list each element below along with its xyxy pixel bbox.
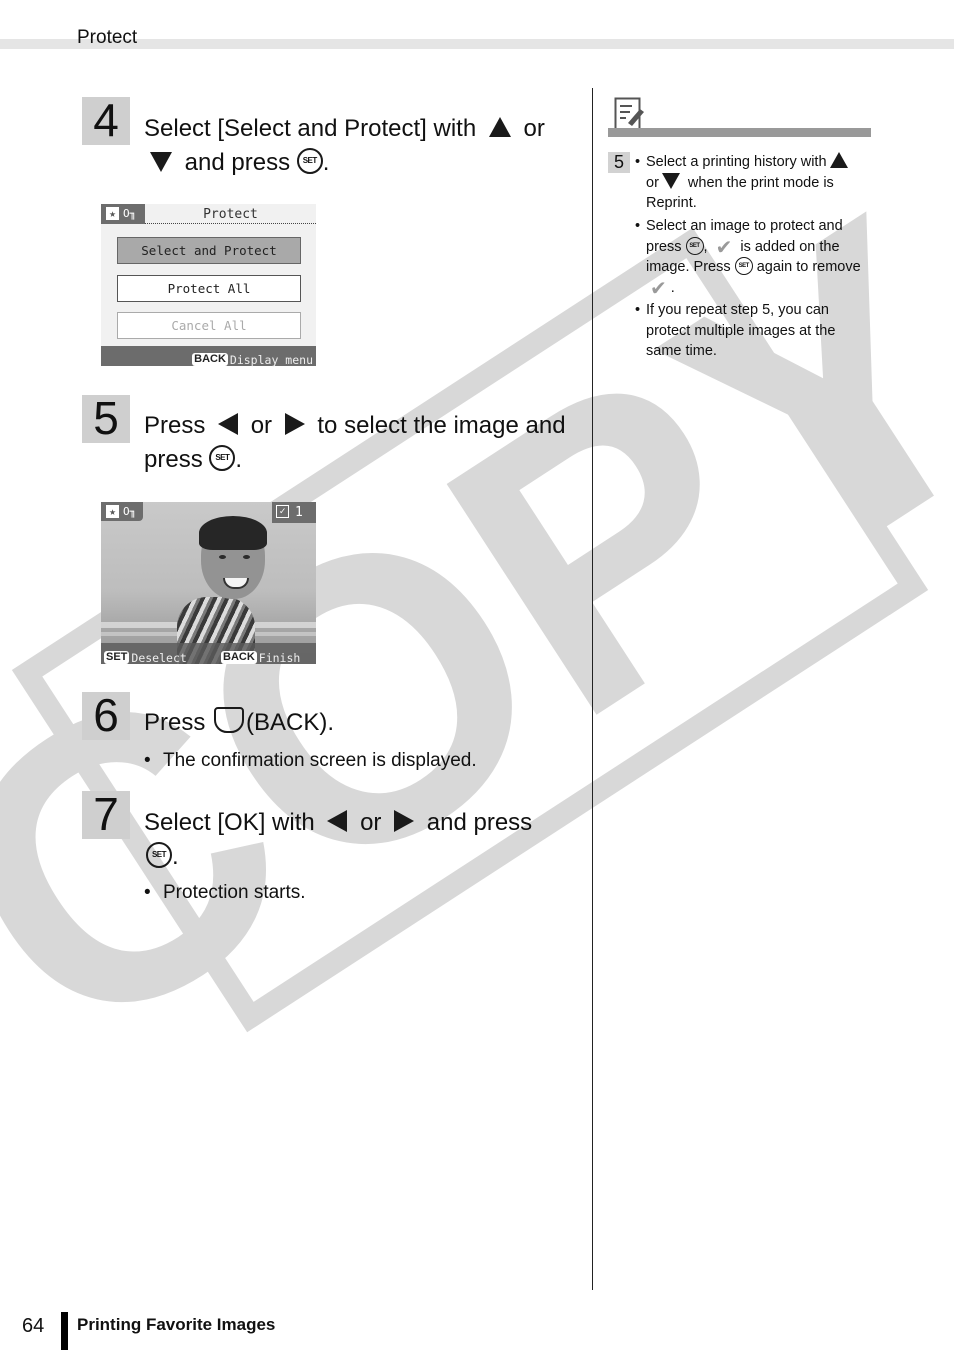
star-icon: ★ bbox=[106, 505, 119, 518]
checkmark-icon: ✔ bbox=[715, 234, 733, 259]
protected-count-badge: ✓ 1 bbox=[272, 502, 316, 523]
right-arrow-icon bbox=[284, 412, 305, 435]
set-button-icon: SET bbox=[734, 257, 753, 276]
set-button-icon: SET bbox=[146, 841, 172, 868]
step-number-5: 5 bbox=[82, 394, 130, 443]
set-button-icon: SET bbox=[685, 236, 704, 255]
note-header-bar bbox=[608, 128, 871, 137]
back-key-tag: BACK bbox=[192, 353, 228, 366]
down-arrow-icon bbox=[661, 172, 680, 189]
menu-option-select-and-protect[interactable]: Select and Protect bbox=[117, 237, 301, 264]
step-6-bullet: • The confirmation screen is displayed. bbox=[144, 750, 477, 771]
step-7-text: Select [OK] with or and press SET. bbox=[144, 809, 533, 870]
note-item-1: • Select a printing history with or when … bbox=[635, 152, 871, 214]
page-number: 64 bbox=[22, 1315, 45, 1337]
mode-tab: ★ O╖ bbox=[101, 204, 145, 224]
footer-label: Display menu bbox=[229, 352, 313, 367]
section-title: Protect bbox=[77, 27, 138, 48]
protect-menu-screen: ★ O╖ Protect Select and Protect Protect … bbox=[101, 204, 316, 367]
screen-footer: BACK Display menu bbox=[101, 346, 316, 367]
screen-footer: SET Deselect BACK Finish bbox=[101, 643, 316, 664]
header-bar bbox=[0, 39, 954, 49]
star-icon: ★ bbox=[106, 207, 119, 220]
deselect-label: Deselect bbox=[131, 650, 187, 665]
back-key-tag: BACK bbox=[221, 651, 257, 664]
column-divider bbox=[592, 88, 593, 1290]
left-arrow-icon bbox=[218, 412, 239, 435]
chapter-title: Printing Favorite Images bbox=[77, 1315, 276, 1334]
up-arrow-icon bbox=[488, 116, 511, 137]
set-button-icon: SET bbox=[296, 147, 323, 174]
note-item-2: • Select an image to protect and press S… bbox=[635, 218, 861, 300]
down-arrow-icon bbox=[150, 151, 172, 172]
screen-title: Protect bbox=[145, 204, 316, 224]
key-icon: O╖ bbox=[123, 207, 137, 220]
mode-tab: ★ O╖ bbox=[101, 502, 143, 521]
menu-option-cancel-all: Cancel All bbox=[117, 312, 301, 339]
step-5-text: Press or to select the image and press S… bbox=[144, 412, 566, 473]
step-number-4: 4 bbox=[82, 96, 130, 145]
up-arrow-icon bbox=[829, 152, 848, 169]
back-button-icon bbox=[214, 706, 245, 733]
set-button-icon: SET bbox=[209, 444, 236, 471]
right-arrow-icon bbox=[394, 809, 415, 832]
finish-label: Finish bbox=[258, 650, 301, 665]
step-4-text: Select [Select and Protect] with or and … bbox=[144, 115, 545, 176]
set-key-tag: SET bbox=[104, 651, 130, 664]
step-6-text: Press (BACK). bbox=[144, 706, 584, 740]
footer-divider bbox=[61, 1312, 68, 1350]
note-step-ref: 5 bbox=[608, 152, 630, 173]
note-item-3: • If you repeat step 5, you can protect … bbox=[635, 302, 836, 359]
select-image-screen: ★ O╖ ✓ 1 SET Deselect BACK Finish bbox=[101, 502, 316, 664]
left-arrow-icon bbox=[327, 809, 348, 832]
checkbox-icon: ✓ bbox=[276, 505, 289, 518]
step-7-bullet: • Protection starts. bbox=[144, 882, 306, 903]
checkmark-icon: ✔ bbox=[650, 275, 667, 300]
step-number-6: 6 bbox=[82, 691, 130, 740]
step-number-7: 7 bbox=[82, 790, 130, 839]
key-icon: O╖ bbox=[123, 505, 137, 518]
menu-option-protect-all[interactable]: Protect All bbox=[117, 275, 301, 302]
